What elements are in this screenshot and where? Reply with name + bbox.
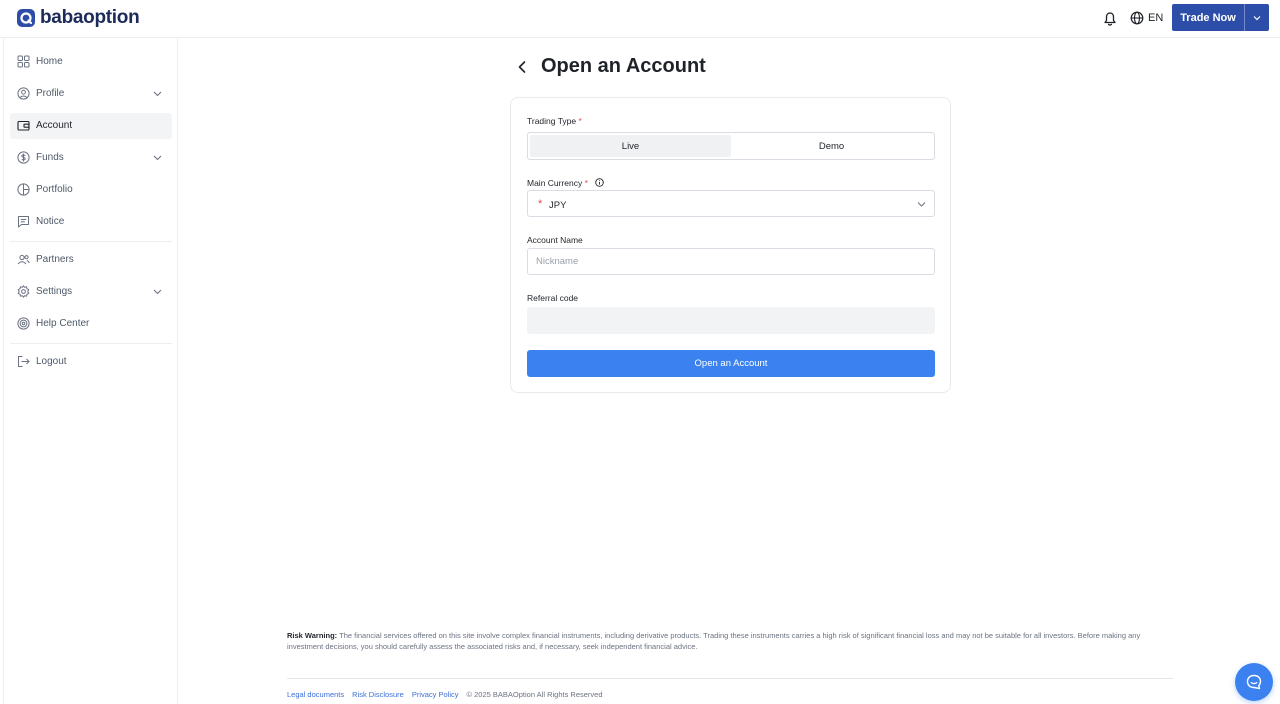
sidebar-item-partners[interactable]: Partners [10, 247, 172, 273]
brand-name: babaoption [40, 7, 140, 28]
user-circle-icon [17, 87, 30, 100]
chevron-down-icon [917, 202, 926, 207]
sidebar-item-label: Home [36, 56, 63, 67]
trade-menu-toggle[interactable] [1245, 4, 1269, 31]
dollar-circle-icon [17, 151, 30, 164]
chevron-down-icon [153, 91, 162, 97]
account-name-label: Account Name [527, 235, 583, 245]
back-arrow-icon[interactable] [516, 60, 528, 74]
main-currency-label: Main Currency * [527, 178, 605, 188]
globe-icon[interactable] [1130, 11, 1144, 25]
risk-warning-title: Risk Warning: [287, 631, 338, 640]
sidebar-item-label: Funds [36, 152, 64, 163]
risk-warning-text: The financial services offered on this s… [287, 631, 1141, 651]
grid-icon [17, 55, 30, 68]
currency-required-marker: * [538, 198, 543, 210]
copyright: © 2025 BABAOption All Rights Reserved [466, 690, 603, 699]
chevron-down-icon [153, 289, 162, 295]
sidebar-item-account[interactable]: Account [10, 113, 172, 139]
sidebar-item-profile[interactable]: Profile [10, 81, 172, 107]
open-account-form: Trading Type * Live Demo Main Currency *… [510, 97, 951, 393]
sidebar-item-home[interactable]: Home [10, 49, 172, 75]
wallet-icon [17, 120, 30, 131]
trading-type-live[interactable]: Live [530, 135, 731, 157]
main-currency-label-text: Main Currency [527, 178, 583, 188]
trade-now-label: Trade Now [1180, 11, 1236, 24]
message-icon [18, 216, 29, 228]
chevron-down-icon [1253, 15, 1261, 20]
sidebar-item-portfolio[interactable]: Portfolio [10, 177, 172, 203]
sidebar-item-label: Notice [36, 216, 65, 227]
privacy-policy-link[interactable]: Privacy Policy [412, 690, 459, 699]
page-title: Open an Account [541, 55, 706, 77]
required-marker: * [578, 116, 582, 126]
sidebar-item-label: Portfolio [36, 184, 73, 195]
open-account-button[interactable]: Open an Account [527, 350, 935, 377]
sidebar-item-logout[interactable]: Logout [10, 349, 172, 375]
account-name-input[interactable] [527, 248, 935, 275]
risk-disclosure-link[interactable]: Risk Disclosure [352, 690, 404, 699]
legal-documents-link[interactable]: Legal documents [287, 690, 344, 699]
trading-type-label: Trading Type * [527, 116, 582, 126]
sidebar-item-label: Profile [36, 88, 65, 99]
main-currency-select[interactable]: * JPY [527, 190, 935, 217]
currency-value: JPY [549, 200, 567, 211]
lifebuoy-icon [17, 317, 30, 330]
sidebar-item-label: Logout [36, 356, 67, 367]
trading-type-demo[interactable]: Demo [731, 135, 932, 157]
sidebar-item-notice[interactable]: Notice [10, 209, 172, 235]
gear-icon [17, 285, 30, 298]
chevron-down-icon [153, 155, 162, 161]
bell-icon[interactable] [1103, 11, 1117, 27]
users-icon [17, 254, 30, 265]
pie-chart-icon [17, 183, 30, 196]
footer-links: Legal documents Risk Disclosure Privacy … [287, 690, 603, 699]
risk-warning: Risk Warning: The financial services off… [287, 630, 1167, 652]
brand-logo[interactable]: babaoption [16, 7, 140, 29]
sidebar-item-label: Settings [36, 286, 73, 297]
trade-now-button[interactable]: Trade Now [1172, 4, 1269, 31]
trading-type-toggle: Live Demo [527, 132, 935, 160]
sidebar-divider [10, 343, 172, 344]
language-selector[interactable]: EN [1148, 12, 1163, 24]
sidebar-item-label: Account [36, 120, 73, 131]
sidebar-item-help-center[interactable]: Help Center [10, 311, 172, 337]
referral-code-input [527, 307, 935, 334]
top-header: babaoption EN Trade Now [0, 0, 1280, 38]
logout-icon [18, 356, 30, 367]
sidebar-item-label: Help Center [36, 318, 90, 329]
sidebar-item-label: Partners [36, 254, 74, 265]
footer-divider [287, 678, 1173, 679]
logo-mark-icon [17, 9, 35, 27]
required-marker: * [584, 178, 588, 188]
chat-icon [1246, 674, 1262, 690]
referral-code-label: Referral code [527, 293, 579, 303]
info-icon[interactable] [595, 178, 605, 187]
sidebar-item-settings[interactable]: Settings [10, 279, 172, 305]
sidebar-divider [10, 241, 172, 242]
chat-support-button[interactable] [1235, 663, 1273, 701]
sidebar-item-funds[interactable]: Funds [10, 145, 172, 171]
sidebar: Home Profile Account Funds Portfolio Not… [4, 38, 178, 704]
trading-type-label-text: Trading Type [527, 116, 577, 126]
